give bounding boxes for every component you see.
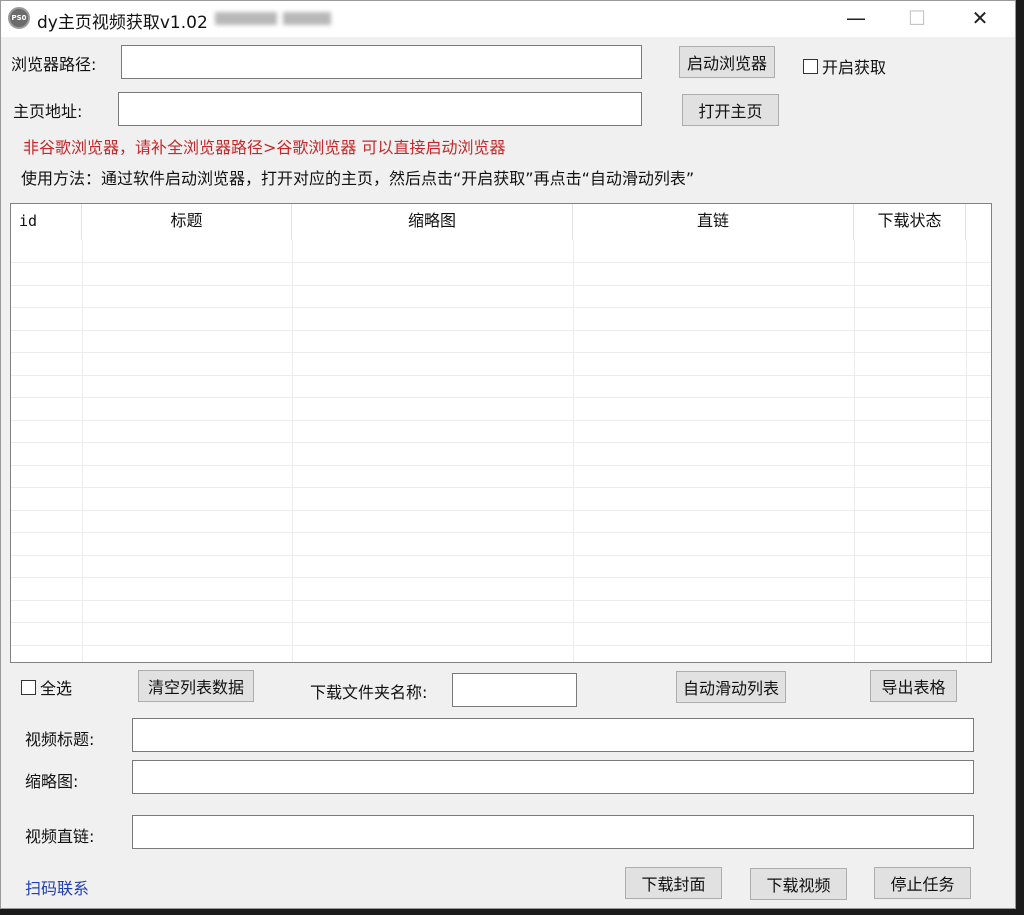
video-title-input[interactable]: [132, 718, 974, 752]
app-window: PS0 dy主页视频获取v1.02 — ☐ ✕ 浏览器路径: 启动浏览器 开启获…: [0, 0, 1016, 909]
enable-fetch-label: 开启获取: [822, 58, 887, 77]
download-video-button[interactable]: 下载视频: [750, 868, 847, 900]
table-body[interactable]: [11, 240, 991, 662]
homepage-input[interactable]: [118, 92, 642, 126]
redacted-title-segment: [215, 12, 277, 25]
maximize-icon: ☐: [908, 6, 926, 30]
export-table-button[interactable]: 导出表格: [870, 670, 957, 702]
video-title-label: 视频标题:: [25, 730, 95, 749]
usage-text: 使用方法：通过软件启动浏览器，打开对应的主页，然后点击“开启获取”再点击“自动滑…: [21, 169, 695, 188]
browser-path-label: 浏览器路径:: [11, 55, 97, 74]
clear-list-button[interactable]: 清空列表数据: [138, 670, 254, 702]
column-header-link[interactable]: 直链: [573, 204, 854, 240]
column-header-status[interactable]: 下载状态: [854, 204, 966, 240]
table-gridlines: [11, 240, 991, 662]
table-header: id 标题 缩略图 直链 下载状态: [11, 204, 991, 240]
folder-name-label: 下载文件夹名称:: [310, 683, 428, 702]
thumbnail-label: 缩略图:: [25, 772, 79, 791]
enable-fetch-checkbox[interactable]: 开启获取: [803, 54, 886, 78]
download-cover-button[interactable]: 下载封面: [625, 867, 722, 899]
open-homepage-button[interactable]: 打开主页: [682, 94, 779, 126]
contact-link[interactable]: 扫码联系: [25, 875, 89, 899]
select-all-label: 全选: [40, 679, 73, 698]
checkbox-box[interactable]: [21, 679, 36, 695]
warning-text: 非谷歌浏览器，请补全浏览器路径>谷歌浏览器 可以直接启动浏览器: [23, 138, 506, 157]
column-header-id[interactable]: id: [11, 204, 82, 240]
browser-path-input[interactable]: [121, 45, 642, 79]
auto-scroll-button[interactable]: 自动滑动列表: [676, 671, 786, 703]
redacted-title-segment: [283, 12, 331, 25]
video-link-input[interactable]: [132, 815, 974, 849]
maximize-button[interactable]: ☐: [887, 1, 947, 35]
title-bar[interactable]: PS0 dy主页视频获取v1.02 — ☐ ✕: [1, 1, 1015, 37]
launch-browser-button[interactable]: 启动浏览器: [679, 46, 775, 78]
homepage-label: 主页地址:: [13, 102, 83, 121]
minimize-button[interactable]: —: [826, 1, 886, 35]
video-link-label: 视频直链:: [25, 827, 95, 846]
close-button[interactable]: ✕: [950, 1, 1010, 35]
video-table[interactable]: id 标题 缩略图 直链 下载状态: [10, 203, 992, 663]
app-logo-icon: PS0: [8, 7, 30, 29]
select-all-checkbox[interactable]: 全选: [21, 675, 72, 699]
minimize-icon: —: [846, 6, 866, 30]
thumbnail-input[interactable]: [132, 760, 974, 794]
window-title: dy主页视频获取v1.02: [37, 13, 208, 33]
folder-name-input[interactable]: [452, 673, 577, 707]
column-header-title[interactable]: 标题: [82, 204, 292, 240]
column-header-thumbnail[interactable]: 缩略图: [292, 204, 573, 240]
stop-task-button[interactable]: 停止任务: [874, 867, 971, 899]
close-icon: ✕: [971, 6, 989, 30]
checkbox-box[interactable]: [803, 58, 818, 74]
